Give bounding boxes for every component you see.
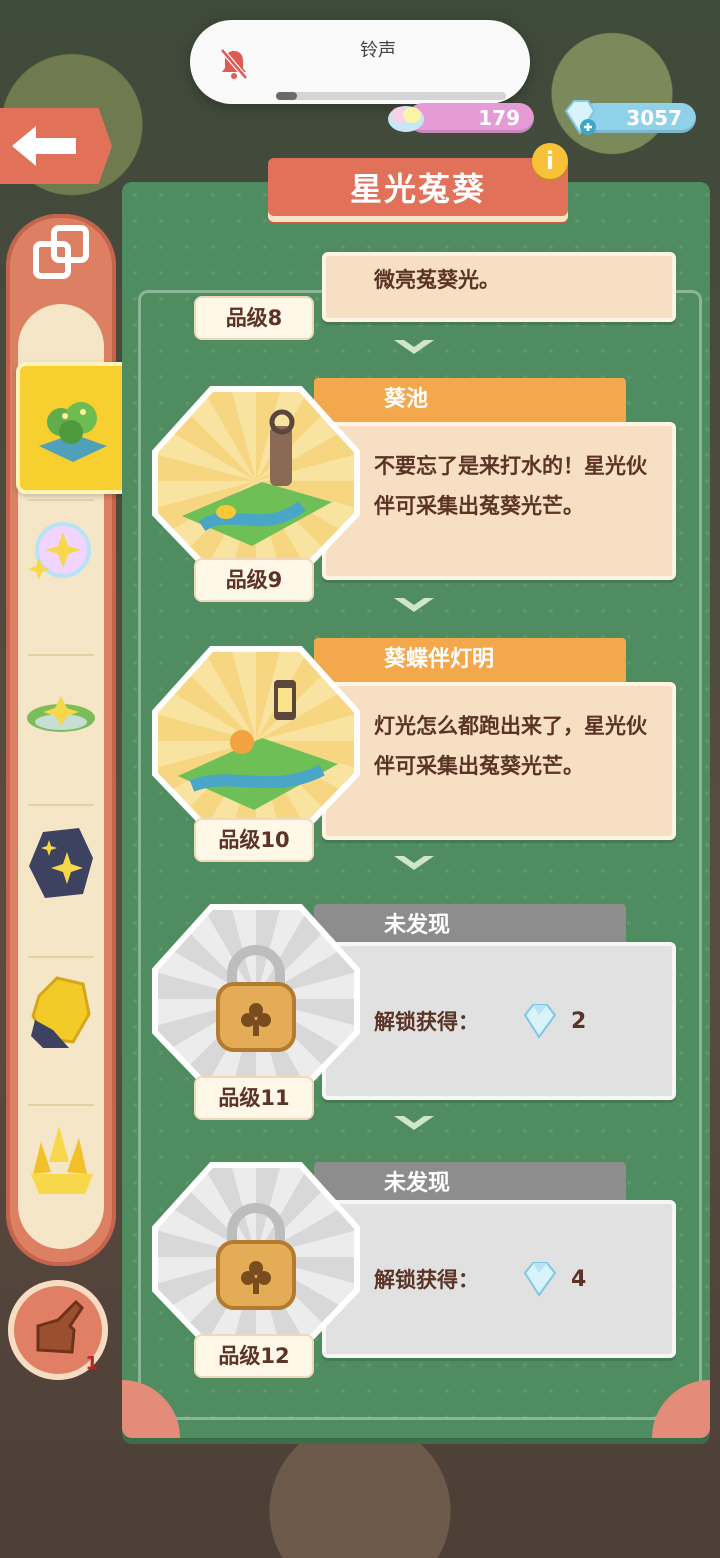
gold-crystal-icon — [31, 1126, 93, 1194]
hand-count: 1 — [85, 1353, 98, 1374]
sidebar-item-star-bubble[interactable] — [15, 504, 107, 600]
panel-title-banner: 星光菟葵 i — [268, 143, 568, 216]
unlock-label: 解锁获得： — [374, 1010, 479, 1034]
chevron-down-icon — [394, 856, 434, 870]
diamond-count: 3057 — [626, 106, 682, 130]
panel-title: 星光菟葵 — [349, 170, 486, 208]
entry-desc: 不要忘了是来打水的！星光伙伴可采集出菟葵光芒。 — [374, 454, 647, 518]
ringtone-toast: 铃声 — [190, 20, 530, 104]
diamond-icon — [523, 1004, 557, 1039]
sidebar-divider — [28, 1104, 94, 1106]
reward-count: 2 — [571, 1008, 587, 1034]
entry-level-badge: 品级10 — [194, 818, 314, 862]
sidebar-item-garden-fountain[interactable] — [16, 362, 130, 494]
unlock-reward: 解锁获得： 4 — [326, 1204, 672, 1354]
category-sidebar — [6, 214, 130, 1266]
unlock-reward: 解锁获得： 2 — [326, 946, 672, 1096]
entry-level-badge: 品级11 — [194, 1076, 314, 1120]
diamond-icon — [523, 1262, 557, 1297]
sidebar-item-gold-ore[interactable] — [15, 964, 107, 1060]
sidebar-list — [15, 304, 130, 1249]
sidebar-divider — [28, 654, 94, 656]
sidebar-divider — [28, 956, 94, 958]
garden-fountain-icon — [39, 402, 107, 462]
diamond-currency[interactable]: 3057 — [564, 100, 696, 135]
entry-level-badge: 品级12 — [194, 1334, 314, 1378]
sidebar-item-dark-rock[interactable] — [15, 814, 107, 910]
rainbow-cloud-icon — [388, 106, 424, 132]
entry-desc: 灯光怎么都跑出来了，星光伙伴可采集出菟葵光芒。 — [374, 714, 647, 778]
collapse-toggle-icon[interactable] — [32, 224, 92, 284]
entry-card: 微亮菟葵光。 — [322, 252, 676, 322]
gold-ore-icon — [31, 976, 91, 1048]
info-icon[interactable]: i — [532, 143, 568, 179]
chevron-down-icon — [394, 340, 434, 354]
star-bubble-icon — [28, 522, 91, 580]
entry-level-badge: 品级8 — [194, 296, 314, 340]
reward-count: 4 — [571, 1266, 587, 1292]
dark-rock-icon — [29, 828, 93, 898]
entry-card: 灯光怎么都跑出来了，星光伙伴可采集出菟葵光芒。 — [322, 682, 676, 840]
entry-card: 解锁获得： 2 — [322, 942, 676, 1100]
sidebar-item-gold-crystal[interactable] — [15, 1114, 107, 1210]
back-button[interactable] — [0, 108, 112, 184]
grass-mound-icon — [27, 696, 95, 732]
arrow-left-icon — [12, 126, 76, 166]
volume-fill — [276, 92, 297, 100]
gather-hand-button[interactable]: 1 — [8, 1280, 108, 1380]
unlock-label: 解锁获得： — [374, 1268, 479, 1292]
chevron-down-icon — [394, 598, 434, 612]
entry-name: 葵池 — [314, 378, 626, 422]
entry-card: 解锁获得： 4 — [322, 1200, 676, 1358]
rainbow-currency[interactable]: 179 — [388, 103, 534, 133]
chevron-down-icon — [394, 1116, 434, 1130]
entry-desc: 微亮菟葵光。 — [374, 268, 500, 292]
collection-panel: 星光菟葵 i 微亮菟葵光。 品级8 葵池 不要忘了是来打水的！星光伙伴可采集出菟… — [122, 143, 710, 1438]
sidebar-divider — [28, 804, 94, 806]
diamond-plus-icon — [564, 100, 596, 135]
toast-title: 铃声 — [360, 40, 396, 61]
rainbow-count: 179 — [478, 106, 520, 130]
entry-level-badge: 品级9 — [194, 558, 314, 602]
entry-name: 葵蝶伴灯明 — [314, 638, 626, 682]
sidebar-item-grass-mound[interactable] — [15, 664, 107, 760]
entry-card: 不要忘了是来打水的！星光伙伴可采集出菟葵光芒。 — [322, 422, 676, 580]
sidebar-divider — [28, 499, 94, 501]
